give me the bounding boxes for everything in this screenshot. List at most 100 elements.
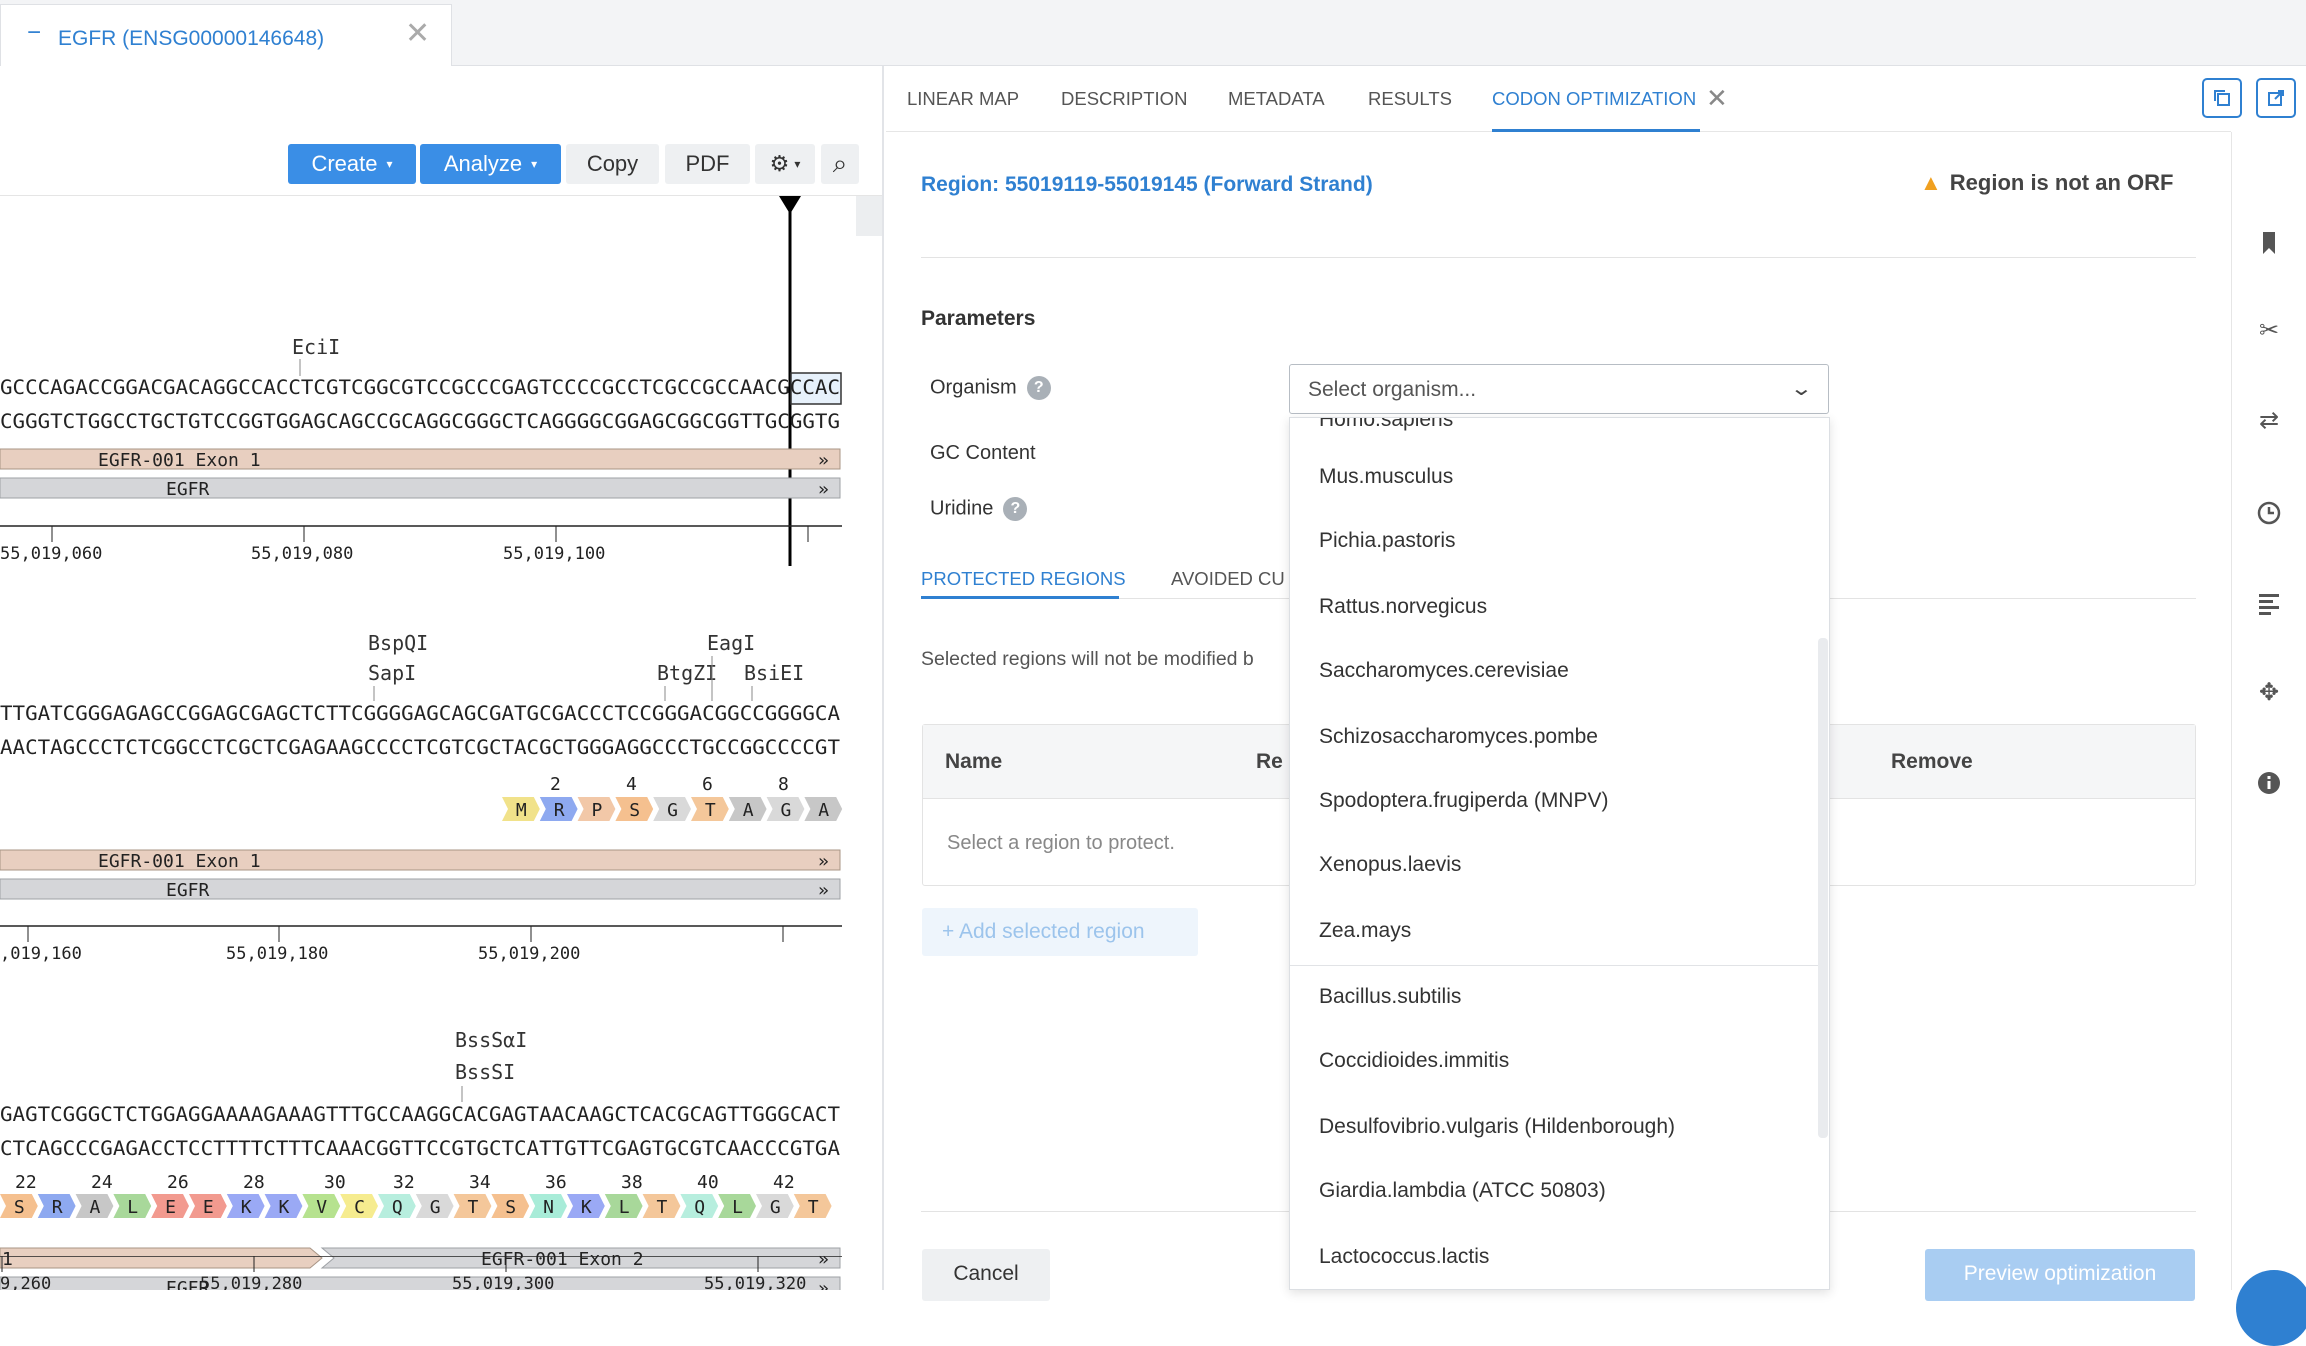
sequence-bottom-strand[interactable]: CTCAGCCCGAGACCTCCTTTTCTTTCAAACGGTTCCGTGC…: [0, 1137, 840, 1160]
analyze-button-label: Analyze: [443, 151, 523, 176]
swap-icon[interactable]: ⇄: [2254, 406, 2284, 436]
organism-select[interactable]: Select organism... ⌄: [1289, 364, 1829, 414]
chevron-down-icon: ▾: [386, 157, 393, 171]
position-tick-label: 55,019,060: [0, 544, 102, 564]
empty-table-message: Select a region to protect.: [947, 832, 1175, 854]
chevron-down-icon: ▾: [794, 157, 801, 171]
position-tick-label: 55,019,320: [704, 1274, 806, 1290]
scrollbar[interactable]: [1818, 638, 1828, 1138]
sequence-panel: Create ▾ Analyze ▾ Copy PDF ⚙ ▾ ⌕ EciI GCCC…: [0, 66, 884, 1290]
organism-option[interactable]: Schizosaccharomyces.pombe: [1319, 725, 1598, 749]
document-tab-title[interactable]: EGFR (ENSG00000146648): [58, 27, 324, 51]
gene-feature[interactable]: [0, 878, 841, 900]
enzyme-label[interactable]: SapI: [368, 661, 416, 685]
search-icon[interactable]: ⌕: [821, 144, 859, 184]
sequence-bottom-strand[interactable]: AACTAGCCCTCTCGGCCTCGCTCGAGAAGCCCCTCGTCGC…: [0, 736, 840, 759]
chevron-right-icon: »: [818, 851, 829, 872]
history-icon[interactable]: [2254, 498, 2284, 528]
organism-option[interactable]: Saccharomyces.cerevisiae: [1319, 659, 1569, 683]
close-tab-icon[interactable]: ✕: [1706, 83, 1728, 114]
region-title: Region: 55019119-55019145 (Forward Stran…: [921, 173, 1373, 196]
bookmark-icon[interactable]: [2254, 228, 2284, 258]
amino-acid-letter: T: [657, 1197, 668, 1218]
primers-icon[interactable]: ✥: [2254, 678, 2284, 708]
alignment-icon[interactable]: [2254, 588, 2284, 618]
document-tab[interactable]: − EGFR (ENSG00000146648) ✕: [0, 4, 452, 66]
tab-description[interactable]: DESCRIPTION: [1061, 88, 1187, 110]
enzyme-label[interactable]: EagI: [707, 631, 755, 655]
position-ruler: 9,260 55,019,280 55,019,300 55,019,320: [0, 1256, 842, 1290]
sequence-map[interactable]: EciI GCCCAGACCGGACGACAGGCCACCTCGTCGGCGTC…: [0, 196, 856, 1290]
gene-feature[interactable]: [0, 477, 841, 499]
amino-acid-letter: S: [14, 1197, 25, 1218]
organism-option[interactable]: Spodoptera.frugiperda (MNPV): [1319, 789, 1608, 813]
organism-label: Organism?: [930, 376, 1051, 400]
info-icon[interactable]: [2254, 768, 2284, 798]
tab-linear-map[interactable]: LINEAR MAP: [907, 88, 1019, 110]
sequence-bottom-strand[interactable]: CGGGTCTGGCCTGCTGTCCGGTGGAGCAGCCGCAGGCGGG…: [0, 410, 840, 433]
analyze-button[interactable]: Analyze ▾: [420, 144, 561, 184]
pdf-button[interactable]: PDF: [665, 144, 750, 184]
organism-option[interactable]: Zea.mays: [1319, 919, 1411, 943]
create-button[interactable]: Create ▾: [288, 144, 416, 184]
organism-option[interactable]: Homo.sapiens: [1319, 418, 1453, 432]
translation-row[interactable]: SRALEEKKVCQGTSNKLTQLGT: [0, 1194, 832, 1218]
side-rail: ✂ ⇄ ✥: [2231, 132, 2306, 1290]
amino-acid-letter: G: [781, 800, 792, 821]
organism-dropdown-list[interactable]: Homo.sapiens Mus.musculus Pichia.pastori…: [1289, 417, 1830, 1290]
organism-option[interactable]: Desulfovibrio.vulgaris (Hildenborough): [1319, 1115, 1675, 1139]
duplicate-view-button[interactable]: [2202, 78, 2242, 118]
cursor-marker[interactable]: [779, 196, 801, 214]
scissors-icon[interactable]: ✂: [2254, 316, 2284, 346]
aa-number: 24: [91, 1172, 113, 1193]
organism-option[interactable]: Pichia.pastoris: [1319, 529, 1456, 553]
help-icon[interactable]: ?: [1026, 376, 1051, 400]
organism-option[interactable]: Lactococcus.lactis: [1319, 1245, 1489, 1269]
tab-avoided-cut-sites[interactable]: AVOIDED CU: [1171, 568, 1285, 590]
settings-button[interactable]: ⚙ ▾: [755, 144, 815, 184]
add-selected-region-button[interactable]: + Add selected region: [922, 908, 1198, 956]
collapse-icon[interactable]: −: [27, 19, 41, 47]
organism-option[interactable]: Bacillus.subtilis: [1319, 985, 1461, 1009]
copy-button[interactable]: Copy: [566, 144, 659, 184]
enzyme-label[interactable]: BssSI: [455, 1060, 515, 1084]
help-icon[interactable]: ?: [1003, 497, 1028, 521]
open-external-button[interactable]: [2256, 78, 2296, 118]
organism-select-placeholder: Select organism...: [1308, 378, 1477, 401]
view-tabs: LINEAR MAP DESCRIPTION METADATA RESULTS …: [886, 66, 2231, 132]
gc-content-label: GC Content: [930, 442, 1036, 464]
tab-codon-optimization[interactable]: CODON OPTIMIZATION: [1492, 88, 1696, 110]
aa-number: 6: [702, 774, 713, 795]
tab-metadata[interactable]: METADATA: [1228, 88, 1325, 110]
chat-help-button[interactable]: [2236, 1270, 2306, 1346]
enzyme-label[interactable]: EciI: [292, 335, 340, 359]
scrollbar[interactable]: [856, 196, 882, 236]
amino-acid-letter: G: [667, 800, 678, 821]
translation-row[interactable]: MRPSGTAGA: [502, 797, 843, 821]
preview-optimization-button[interactable]: Preview optimization: [1925, 1249, 2195, 1301]
organism-option[interactable]: Rattus.norvegicus: [1319, 595, 1487, 619]
organism-option[interactable]: Coccidioides.immitis: [1319, 1049, 1509, 1073]
enzyme-label[interactable]: BssSαI: [455, 1028, 527, 1052]
amino-acid-letter: L: [732, 1197, 743, 1218]
exon-feature-label: EGFR-001 Exon 1: [98, 851, 261, 872]
position-tick-label: 55,019,100: [503, 544, 605, 564]
sequence-top-strand[interactable]: TTGATCGGGAGAGCCGGAGCGAGCTCTTCGGGGAGCAGCG…: [0, 702, 840, 725]
amino-acid-letter: K: [581, 1197, 592, 1218]
organism-option[interactable]: Giardia.lambdia (ATCC 50803): [1319, 1179, 1606, 1203]
organism-option[interactable]: Xenopus.laevis: [1319, 853, 1461, 877]
sequence-top-strand[interactable]: GAGTCGGGCTCTGGAGGAAAAGAAAGTTTGCCAAGGCACG…: [0, 1103, 840, 1126]
amino-acid-letter: S: [629, 800, 640, 821]
aa-number: 30: [324, 1172, 346, 1193]
sequence-top-strand[interactable]: GCCCAGACCGGACGACAGGCCACCTCGTCGGCGTCCGCCC…: [0, 376, 840, 399]
warning-icon: ▲: [1920, 170, 1942, 195]
enzyme-label[interactable]: BsiEI: [744, 661, 804, 685]
tab-protected-regions[interactable]: PROTECTED REGIONS: [921, 568, 1126, 590]
enzyme-label[interactable]: BspQI: [368, 631, 428, 655]
position-tick-label: 9,260: [0, 1274, 51, 1290]
cancel-button[interactable]: Cancel: [922, 1249, 1050, 1301]
close-tab-icon[interactable]: ✕: [405, 19, 430, 49]
tab-results[interactable]: RESULTS: [1368, 88, 1452, 110]
organism-option[interactable]: Mus.musculus: [1319, 465, 1453, 489]
enzyme-label[interactable]: BtgZI: [657, 661, 717, 685]
